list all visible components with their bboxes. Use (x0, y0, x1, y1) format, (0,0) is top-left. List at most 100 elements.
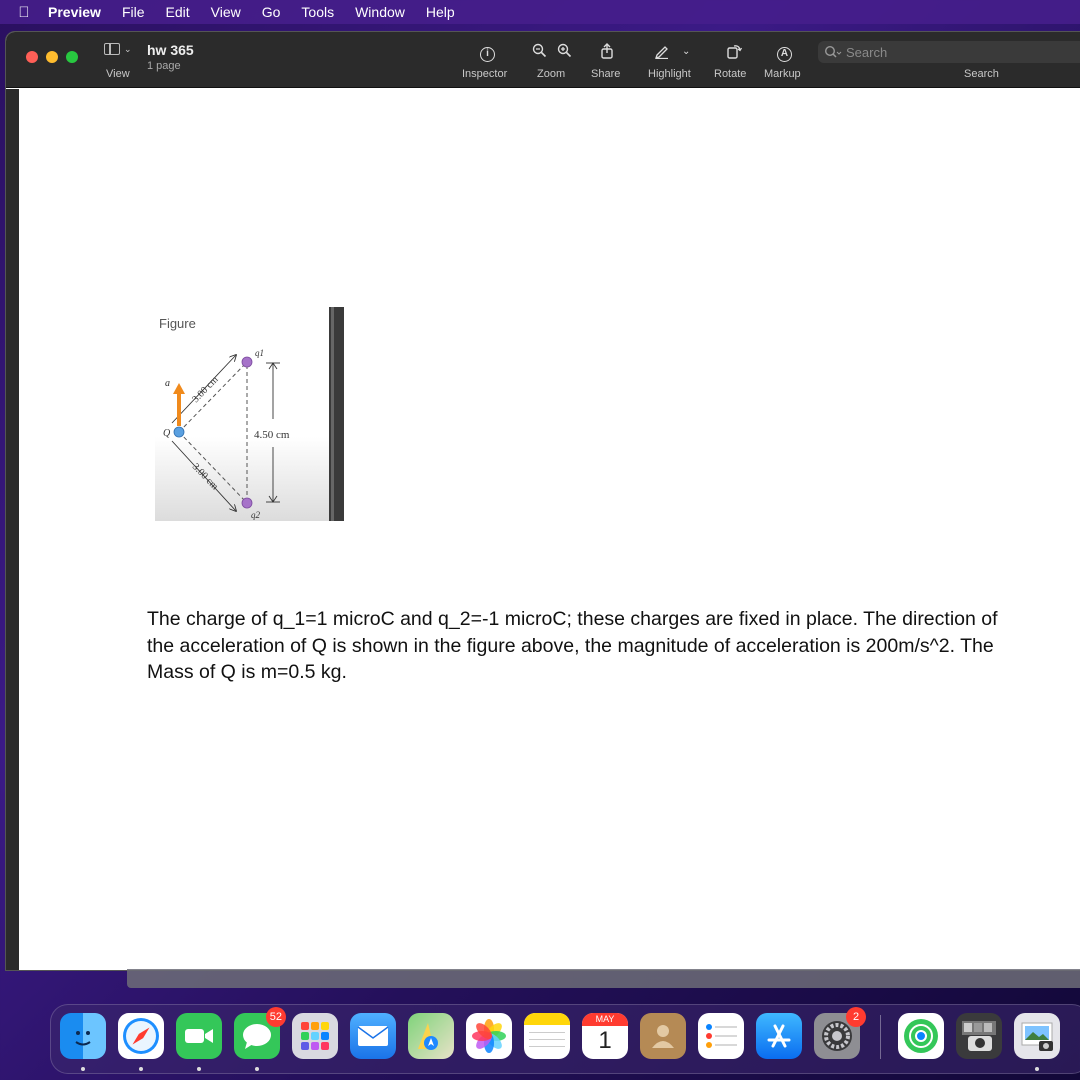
dock-image-capture[interactable] (956, 1013, 1002, 1059)
dashed-line-q1 (178, 361, 248, 433)
zoom-out-icon[interactable] (532, 43, 547, 58)
menu-app-name[interactable]: Preview (48, 4, 101, 20)
find-my-radar-icon (904, 1019, 938, 1053)
markup-icon: A (777, 47, 792, 62)
messages-badge: 52 (265, 1007, 286, 1027)
share-button[interactable] (600, 43, 614, 62)
wall-highlight (331, 307, 334, 521)
document-page-count: 1 page (147, 60, 181, 72)
close-button[interactable] (26, 51, 38, 63)
zoom-in-icon[interactable] (557, 43, 572, 58)
document-title: hw 365 (147, 42, 194, 58)
acceleration-label: a (165, 378, 170, 389)
search-label: Search (964, 68, 999, 80)
dock-app-store[interactable] (756, 1013, 802, 1059)
highlight-label: Highlight (648, 68, 691, 80)
running-indicator (1035, 1067, 1039, 1071)
running-indicator (139, 1067, 143, 1071)
sidebar-toggle-button[interactable]: ⌄ (104, 43, 132, 55)
dock-find-my[interactable] (898, 1013, 944, 1059)
reminders-list-icon (706, 1024, 737, 1048)
menu-edit[interactable]: Edit (166, 4, 190, 20)
distance-label-top: 3.00 cm (190, 374, 220, 405)
dock-preview[interactable] (1014, 1013, 1060, 1059)
dock-reminders[interactable] (698, 1013, 744, 1059)
map-icon (418, 1023, 438, 1050)
notes-line-icon (528, 1039, 566, 1040)
document-canvas[interactable] (6, 89, 1080, 970)
markup-label: Markup (764, 68, 801, 80)
dock-safari[interactable] (118, 1013, 164, 1059)
apple-menu-icon[interactable]:  (0, 4, 48, 21)
calendar-day: 1 (598, 1027, 612, 1054)
zoom-label: Zoom (537, 68, 566, 80)
highlight-button[interactable]: ⌄ (654, 43, 690, 59)
contacts-person-icon (652, 1025, 674, 1048)
menu-help[interactable]: Help (426, 4, 455, 20)
info-icon: i (480, 47, 495, 62)
q1-label: q1 (255, 348, 264, 358)
dock-maps[interactable] (408, 1013, 454, 1059)
photos-flower-icon (472, 1019, 506, 1053)
running-indicator (255, 1067, 259, 1071)
safari-icon (123, 1018, 159, 1054)
menu-window[interactable]: Window (355, 4, 405, 20)
minimize-button[interactable] (46, 51, 58, 63)
dock-finder[interactable] (60, 1013, 106, 1059)
share-label: Share (591, 68, 621, 80)
finder-icon (75, 1031, 91, 1046)
rotate-button[interactable] (726, 43, 743, 62)
dock-launchpad[interactable] (292, 1013, 338, 1059)
menu-bar:  Preview File Edit View Go Tools Window… (0, 0, 1080, 24)
zoom-window-button[interactable] (66, 51, 78, 63)
calendar-month: MAY (582, 1013, 628, 1026)
dock-calendar[interactable]: MAY 1 (582, 1013, 628, 1059)
system-preferences-badge: 2 (846, 1007, 866, 1027)
rotate-icon (727, 45, 743, 59)
chevron-down-icon: ⌄ (124, 43, 132, 54)
envelope-icon (357, 1026, 389, 1046)
view-label: View (106, 68, 130, 80)
notes-header-strip (524, 1013, 570, 1025)
dock-photos[interactable] (466, 1013, 512, 1059)
charge-Q (173, 426, 185, 438)
problem-statement: The charge of q_1=1 microC and q_2=-1 mi… (147, 608, 998, 683)
inspector-label: Inspector (462, 68, 508, 80)
menu-tools[interactable]: Tools (301, 4, 334, 20)
preview-photos-icon (1021, 1022, 1053, 1051)
dock-notes[interactable] (524, 1013, 570, 1059)
video-camera-icon (185, 1029, 213, 1043)
zoom-controls (532, 43, 572, 58)
dock-system-preferences[interactable]: 2 (814, 1007, 866, 1059)
charge-q2 (241, 497, 253, 509)
search-icon (824, 45, 842, 58)
pen-icon (654, 46, 668, 59)
share-icon (601, 43, 613, 59)
window-shadow-edge (127, 969, 1080, 988)
figure-diagram: Figure 3.00 cm 3.00 cm 4.50 cm q1 q2 Q a (155, 307, 344, 521)
launchpad-grid-icon (301, 1022, 329, 1050)
chevron-down-icon[interactable]: ⌄ (682, 46, 690, 57)
markup-button[interactable]: A (777, 43, 792, 62)
figure-title: Figure (159, 316, 196, 331)
dock-facetime[interactable] (176, 1013, 222, 1059)
Q-label: Q (163, 428, 171, 439)
notes-line-icon (528, 1046, 566, 1047)
window-toolbar: ⌄ View hw 365 1 page i Inspector Zoom Sh… (6, 32, 1080, 88)
message-bubble-icon (243, 1024, 271, 1049)
app-store-icon (767, 1024, 791, 1048)
menu-go[interactable]: Go (262, 4, 281, 20)
search-input[interactable] (846, 44, 1046, 60)
dock-contacts[interactable] (640, 1013, 686, 1059)
physics-figure: Figure 3.00 cm 3.00 cm 4.50 cm q1 q2 Q a (150, 307, 350, 523)
dock-mail[interactable] (350, 1013, 396, 1059)
vertical-distance-label: 4.50 cm (254, 429, 290, 441)
menu-file[interactable]: File (122, 4, 145, 20)
window-left-edge (6, 89, 19, 970)
search-field[interactable] (818, 41, 1080, 63)
inspector-button[interactable]: i (480, 43, 495, 62)
menu-view[interactable]: View (211, 4, 241, 20)
dock-messages[interactable]: 52 (234, 1007, 286, 1059)
charge-q1 (241, 356, 253, 368)
acceleration-arrowhead (173, 383, 185, 394)
